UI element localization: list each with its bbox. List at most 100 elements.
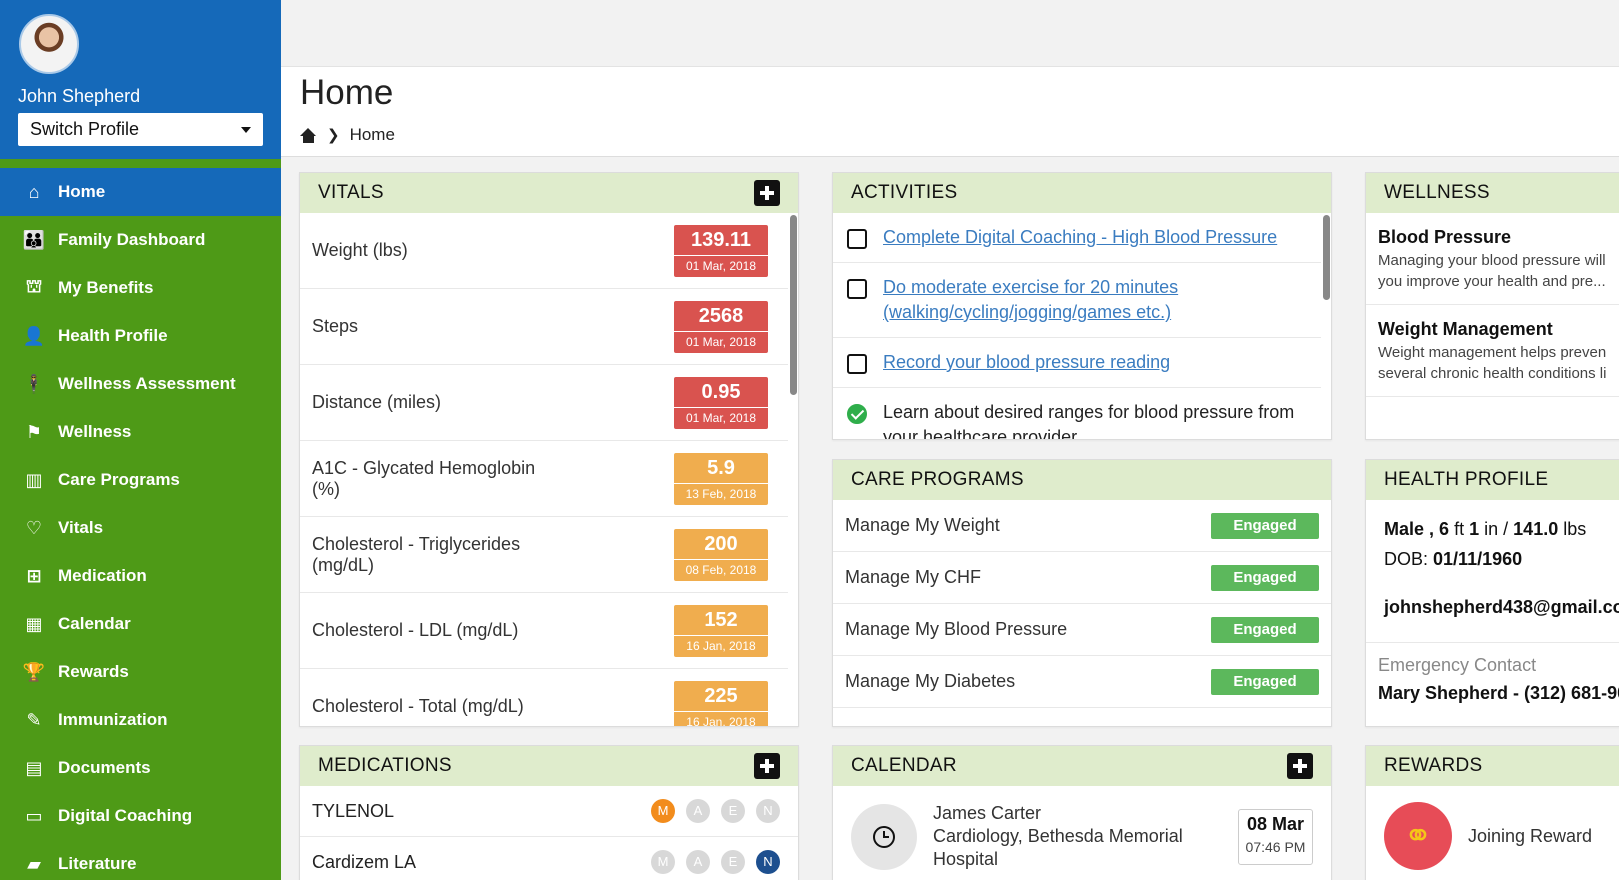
sidebar-item-calendar[interactable]: ▦ Calendar bbox=[0, 600, 281, 648]
activity-text[interactable]: Record your blood pressure reading bbox=[883, 350, 1170, 375]
vital-label: A1C - Glycated Hemoglobin (%) bbox=[312, 457, 536, 499]
vital-badge[interactable]: 200 08 Feb, 2018 bbox=[674, 528, 768, 581]
vital-row[interactable]: Cholesterol - LDL (mg/dL) 152 16 Jan, 2018 bbox=[300, 593, 788, 669]
activities-list[interactable]: Complete Digital Coaching - High Blood P… bbox=[833, 213, 1331, 439]
care-program-row[interactable]: Manage My CHF Engaged bbox=[833, 552, 1331, 604]
sidebar-item-label: Wellness Assessment bbox=[58, 374, 236, 393]
vital-badge[interactable]: 225 16 Jan, 2018 bbox=[674, 680, 768, 726]
book-icon: ▰ bbox=[27, 853, 41, 874]
vital-badge[interactable]: 5.9 13 Feb, 2018 bbox=[674, 452, 768, 505]
vital-date: 16 Jan, 2018 bbox=[674, 634, 768, 656]
dob-value: 01/11/1960 bbox=[1433, 549, 1523, 569]
care-program-row[interactable]: Manage My Blood Pressure Engaged bbox=[833, 604, 1331, 656]
sidebar-item-wellness[interactable]: ⚑ Wellness bbox=[0, 408, 281, 456]
sidebar-item-immunization[interactable]: ✎ Immunization bbox=[0, 696, 281, 744]
vital-badge[interactable]: 139.11 01 Mar, 2018 bbox=[674, 224, 768, 277]
sidebar-item-care-programs[interactable]: ▥ Care Programs bbox=[0, 456, 281, 504]
top-bar bbox=[281, 0, 1619, 67]
vital-label: Cholesterol - LDL (mg/dL) bbox=[312, 620, 519, 640]
dose-indicator[interactable]: E bbox=[721, 850, 745, 874]
checkbox[interactable] bbox=[847, 279, 867, 299]
event-detail: Cardiology, Bethesda Memorial Hospital bbox=[933, 826, 1183, 869]
page-header: Home ❯ Home bbox=[281, 67, 1619, 157]
sidebar-item-home[interactable]: ⌂ Home bbox=[0, 168, 281, 216]
wellness-card: WELLNESS Blood Pressure Managing your blo… bbox=[1365, 172, 1619, 440]
vitals-scrollbar[interactable] bbox=[790, 215, 797, 395]
vital-badge[interactable]: 152 16 Jan, 2018 bbox=[674, 604, 768, 657]
vital-badge[interactable]: 2568 01 Mar, 2018 bbox=[674, 300, 768, 353]
add-medication-button[interactable] bbox=[754, 753, 780, 779]
sidebar-item-label: Medication bbox=[58, 566, 147, 585]
checkbox[interactable] bbox=[847, 229, 867, 249]
wellness-item-description: Weight management helps preven several ch… bbox=[1378, 342, 1612, 384]
email-line: johnshepherd438@gmail.co bbox=[1384, 592, 1619, 622]
activities-scrollbar[interactable] bbox=[1323, 215, 1330, 300]
vitals-card: VITALS Weight (lbs) 139.11 01 Mar, 2018 Ste… bbox=[299, 172, 799, 727]
sidebar-item-medication[interactable]: ⊞ Medication bbox=[0, 552, 281, 600]
sidebar-item-health-profile[interactable]: 👤 Health Profile bbox=[0, 312, 281, 360]
engaged-badge: Engaged bbox=[1211, 564, 1319, 591]
sidebar-item-label: Vitals bbox=[58, 518, 104, 537]
sidebar-item-my-benefits[interactable]: ⛫ My Benefits bbox=[0, 264, 281, 312]
dose-indicator[interactable]: M bbox=[651, 850, 675, 874]
wellness-title: WELLNESS bbox=[1384, 182, 1490, 203]
vital-row[interactable]: Cholesterol - Total (mg/dL) 225 16 Jan, 20… bbox=[300, 669, 788, 726]
dose-indicator[interactable]: A bbox=[686, 850, 710, 874]
sidebar-item-family-dashboard[interactable]: 👪 Family Dashboard bbox=[0, 216, 281, 264]
activity-text[interactable]: Do moderate exercise for 20 minutes (wal… bbox=[883, 275, 1309, 325]
vital-row[interactable]: Weight (lbs) 139.11 01 Mar, 2018 bbox=[300, 213, 788, 289]
vitals-list[interactable]: Weight (lbs) 139.11 01 Mar, 2018 Steps 2568 0… bbox=[300, 213, 798, 726]
emergency-contact: Emergency Contact Mary Shepherd - (312) … bbox=[1366, 642, 1619, 715]
switch-profile-dropdown[interactable]: Switch Profile bbox=[18, 113, 263, 146]
avatar[interactable] bbox=[19, 14, 79, 74]
dose-indicator[interactable]: A bbox=[686, 799, 710, 823]
vitals-header: VITALS bbox=[300, 173, 798, 213]
vital-row[interactable]: Steps 2568 01 Mar, 2018 bbox=[300, 289, 788, 365]
add-event-button[interactable] bbox=[1287, 753, 1313, 779]
dose-indicator[interactable]: N bbox=[756, 850, 780, 874]
checkbox[interactable] bbox=[847, 354, 867, 374]
care-program-row[interactable]: Manage My Diabetes Engaged bbox=[833, 656, 1331, 708]
weight-value: 141.0 bbox=[1513, 519, 1559, 539]
reward-item[interactable]: ⚭ Joining Reward bbox=[1366, 786, 1619, 880]
benefits-icon: ⛫ bbox=[25, 276, 43, 296]
wellness-item-title[interactable]: Weight Management bbox=[1378, 319, 1612, 340]
medication-row[interactable]: TYLENOL M A E N bbox=[300, 786, 798, 837]
vital-row[interactable]: Distance (miles) 0.95 01 Mar, 2018 bbox=[300, 365, 788, 441]
vital-date: 01 Mar, 2018 bbox=[674, 254, 768, 276]
sidebar-item-vitals[interactable]: ♡ Vitals bbox=[0, 504, 281, 552]
care-program-row[interactable]: Manage My Weight Engaged bbox=[833, 500, 1331, 552]
vital-row[interactable]: Cholesterol - Triglycerides (mg/dL) 200 08… bbox=[300, 517, 788, 593]
breadcrumb-current: Home bbox=[349, 125, 395, 144]
activity-text[interactable]: Complete Digital Coaching - High Blood P… bbox=[883, 225, 1277, 250]
wellness-desc-line: Managing your blood pressure will bbox=[1378, 252, 1606, 269]
medication-name: TYLENOL bbox=[312, 800, 395, 821]
vital-row[interactable]: A1C - Glycated Hemoglobin (%) 5.9 13 Feb, … bbox=[300, 441, 788, 517]
home-icon[interactable] bbox=[300, 127, 317, 143]
emergency-contact-value: Mary Shepherd - (312) 681-90 bbox=[1378, 683, 1619, 703]
dose-indicator[interactable]: E bbox=[721, 799, 745, 823]
dose-indicator[interactable]: N bbox=[756, 799, 780, 823]
height-ft-value: 6 bbox=[1439, 519, 1450, 539]
calendar-event[interactable]: James Carter Cardiology, Bethesda Memori… bbox=[833, 786, 1331, 880]
sidebar-item-literature[interactable]: ▰ Literature bbox=[0, 840, 281, 880]
wellness-item[interactable]: Blood Pressure Managing your blood pressu… bbox=[1366, 213, 1619, 305]
sidebar-item-digital-coaching[interactable]: ▭ Digital Coaching bbox=[0, 792, 281, 840]
caret-down-icon bbox=[241, 126, 251, 133]
check-complete-icon[interactable] bbox=[847, 404, 867, 424]
sidebar-item-documents[interactable]: ▤ Documents bbox=[0, 744, 281, 792]
activity-row: Complete Digital Coaching - High Blood P… bbox=[833, 213, 1321, 263]
sidebar-item-wellness-assessment[interactable]: 🕴 Wellness Assessment bbox=[0, 360, 281, 408]
add-vital-button[interactable] bbox=[754, 180, 780, 206]
sidebar-item-rewards[interactable]: 🏆 Rewards bbox=[0, 648, 281, 696]
syringe-icon: ✎ bbox=[26, 709, 42, 730]
vital-label: Cholesterol - Triglycerides (mg/dL) bbox=[312, 533, 521, 575]
health-profile-header: HEALTH PROFILE bbox=[1366, 460, 1619, 500]
wellness-assessment-icon: 🕴 bbox=[22, 373, 46, 394]
vital-badge[interactable]: 0.95 01 Mar, 2018 bbox=[674, 376, 768, 429]
wellness-item[interactable]: Weight Management Weight management helps… bbox=[1366, 305, 1619, 397]
medication-row[interactable]: Cardizem LA M A E N bbox=[300, 837, 798, 880]
vital-label: Cholesterol - Total (mg/dL) bbox=[312, 696, 524, 716]
wellness-item-title[interactable]: Blood Pressure bbox=[1378, 227, 1612, 248]
dose-indicator[interactable]: M bbox=[651, 799, 675, 823]
